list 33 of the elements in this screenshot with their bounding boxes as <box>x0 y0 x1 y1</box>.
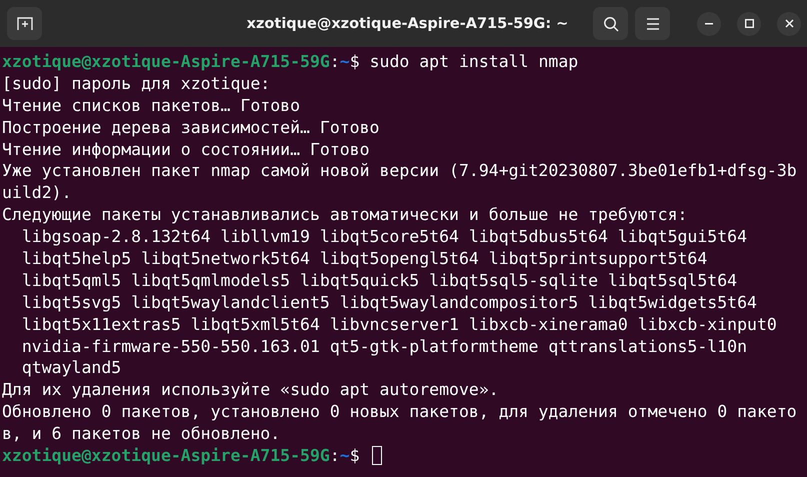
menu-button[interactable] <box>635 7 670 40</box>
command-text: sudo apt install nmap <box>370 51 578 73</box>
output-line: Обновлено 0 пакетов, установлено 0 новых пакетов, для удаления отмечено 0 пакето <box>2 401 797 424</box>
output-line: [sudo] пароль для xzotique: <box>2 72 270 95</box>
search-icon <box>602 16 618 32</box>
output-line: libqt5x11extras5 libqt5xml5t64 libvncserver1 libxcb-xinerama0 libxcb-xinput0 <box>20 314 777 336</box>
maximize-icon <box>744 19 754 28</box>
output-line: Уже установлен пакет nmap самой новой версии (7.94+git20230807.3be01efb1+dfsg-3b <box>2 160 797 182</box>
output-line: Для их удаления используйте «sudo apt autoremove». <box>2 379 499 402</box>
output-line: qtwayland5 <box>20 357 122 380</box>
close-icon <box>784 19 794 28</box>
output-line: libqt5qml5 libqt5qmlmodels5 libqt5quick5 libqt5sql5-sqlite libqt5sql5t64 <box>20 270 738 292</box>
maximize-button[interactable] <box>737 12 761 36</box>
window-title: xzotique@xzotique-Aspire-A715-59G: ~ <box>246 16 570 32</box>
output-line: Следующие пакеты устанавливались автоматически и больше не требуются: <box>2 204 688 226</box>
output-line: uild2). <box>2 182 72 204</box>
new-tab-icon <box>16 16 32 30</box>
output-line: Построение дерева зависимостей… Готово <box>2 116 380 139</box>
menu-icon <box>646 18 660 30</box>
output-line: Чтение списков пакетов… Готово <box>2 94 300 117</box>
output-line: libgsoap-2.8.132t64 libllvm19 libqt5core5t64 libqt5dbus5t64 libqt5gui5t64 <box>20 226 748 248</box>
output-line: Чтение информации о состоянии… Готово <box>2 138 370 160</box>
close-button[interactable] <box>777 12 801 36</box>
output-line: libqt5help5 libqt5network5t64 libqt5opengl5t64 libqt5printsupport5t64 <box>20 248 708 270</box>
output-line: в, и 6 пакетов не обновлено. <box>2 423 280 446</box>
output-line: libqt5svg5 libqt5waylandclient5 libqt5waylandcompositor5 libqt5widgets5t64 <box>20 292 757 314</box>
minimize-icon <box>705 22 713 24</box>
shell-prompt: xzotique@xzotique-Aspire-A715-59G:~$ <box>2 445 361 467</box>
minimize-button[interactable] <box>697 12 721 36</box>
output-line: nvidia-firmware-550-550.163.01 qt5-gtk-platformtheme qttranslations5-l10n <box>20 336 748 358</box>
new-tab-button[interactable] <box>7 7 42 40</box>
search-button[interactable] <box>593 7 628 40</box>
shell-prompt: xzotique@xzotique-Aspire-A715-59G:~$ <box>2 51 361 73</box>
